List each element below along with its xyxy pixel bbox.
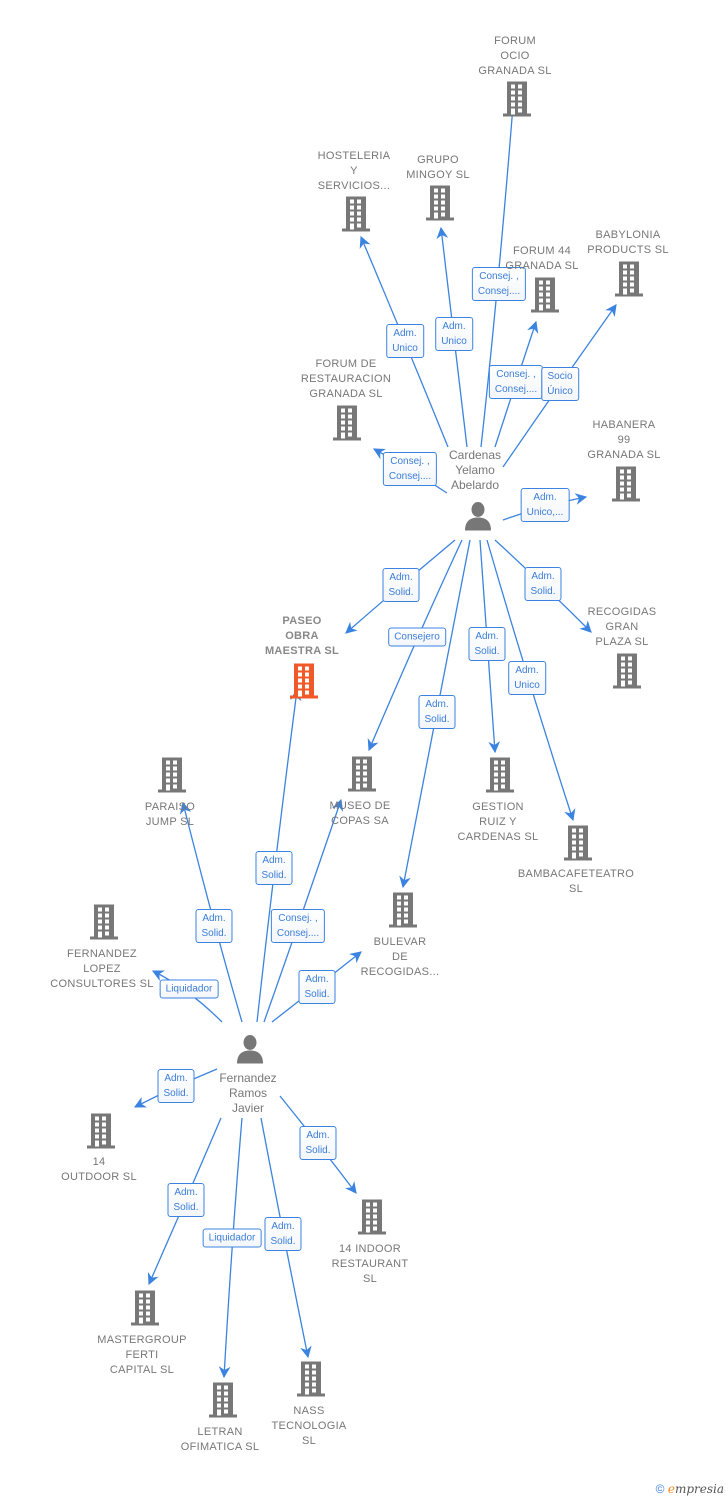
company-name[interactable]: 14 INDOOR RESTAURANT SL (332, 1242, 409, 1287)
company-name[interactable]: FERNANDEZ LOPEZ CONSULTORES SL (50, 947, 153, 992)
person-icon[interactable] (235, 1034, 265, 1069)
edge-role-label[interactable]: Adm. Solid. (264, 1217, 302, 1251)
building-icon[interactable] (341, 196, 371, 237)
person-name[interactable]: Fernandez Ramos Javier (219, 1071, 276, 1116)
building-icon[interactable] (86, 1113, 116, 1154)
edge-role-label[interactable]: Consejero (388, 627, 446, 647)
empresia-logo[interactable]: empresia (668, 1482, 724, 1496)
building-icon[interactable] (208, 1382, 238, 1423)
edge-role-label[interactable]: Adm. Unico (435, 317, 473, 351)
edge-role-label[interactable]: Adm. Solid. (195, 909, 233, 943)
edge-role-label[interactable]: Adm. Solid. (255, 851, 293, 885)
company-name[interactable]: HABANERA 99 GRANADA SL (587, 418, 660, 463)
edge-role-label[interactable]: Liquidador (159, 979, 219, 999)
building-icon[interactable] (347, 756, 377, 797)
building-icon[interactable] (130, 1290, 160, 1331)
company-name[interactable]: MASTERGROUP FERTI CAPITAL SL (97, 1333, 186, 1378)
edge-role-label[interactable]: Socio Único (541, 367, 579, 401)
person-icon[interactable] (463, 501, 493, 536)
company-name[interactable]: GESTION RUIZ Y CARDENAS SL (458, 800, 539, 845)
building-icon[interactable] (332, 405, 362, 446)
building-icon[interactable] (485, 757, 515, 798)
company-name[interactable]: FORUM OCIO GRANADA SL (478, 34, 551, 79)
edge-role-label[interactable]: Adm. Solid. (468, 627, 506, 661)
edge-role-label[interactable]: Consej. , Consej.... (382, 452, 438, 486)
edge-role-label[interactable]: Consej. , Consej.... (270, 909, 326, 943)
company-name[interactable]: HOSTELERIA Y SERVICIOS... (318, 149, 391, 194)
building-icon[interactable] (296, 1361, 326, 1402)
building-icon[interactable] (357, 1199, 387, 1240)
company-name[interactable]: FORUM DE RESTAURACION GRANADA SL (301, 357, 391, 402)
edge-role-label[interactable]: Adm. Solid. (418, 695, 456, 729)
person-name[interactable]: Cardenas Yelamo Abelardo (449, 448, 501, 493)
edge-role-label[interactable]: Liquidador (202, 1228, 262, 1248)
logo-text: mpresia (674, 1482, 724, 1496)
building-icon[interactable] (612, 653, 642, 694)
edge-fernandez-letran (218, 1117, 243, 1379)
edge-role-label[interactable]: Adm. Unico,... (520, 488, 570, 522)
network-diagram: © empresia Adm. Unico Adm. Unico Consej. ,… (0, 0, 728, 1500)
edge-role-label[interactable]: Adm. Unico (386, 324, 424, 358)
edge-role-label[interactable]: Adm. Unico (508, 661, 546, 695)
edge-role-label[interactable]: Adm. Solid. (524, 567, 562, 601)
building-icon[interactable] (563, 825, 593, 866)
footer-credit: © empresia (656, 1482, 724, 1496)
company-name[interactable]: BAMBACAFETEATRO SL (518, 867, 634, 897)
building-icon[interactable] (425, 185, 455, 226)
building-icon[interactable] (502, 81, 532, 122)
company-name[interactable]: 14 OUTDOOR SL (61, 1155, 137, 1185)
edge-role-label[interactable]: Consej. , Consej.... (488, 365, 544, 399)
company-name[interactable]: NASS TECNOLOGIA SL (271, 1404, 346, 1449)
building-icon[interactable] (289, 663, 319, 704)
company-name[interactable]: PASEO OBRA MAESTRA SL (265, 614, 339, 659)
company-name[interactable]: BABYLONIA PRODUCTS SL (587, 228, 669, 258)
company-name[interactable]: GRUPO MINGOY SL (406, 153, 470, 183)
company-name[interactable]: FORUM 44 GRANADA SL (505, 244, 578, 274)
logo-letter: e (667, 1482, 675, 1496)
building-icon[interactable] (388, 892, 418, 933)
company-name[interactable]: BULEVAR DE RECOGIDAS... (361, 935, 440, 980)
building-icon[interactable] (157, 757, 187, 798)
edge-role-label[interactable]: Adm. Solid. (157, 1069, 195, 1103)
edge-role-label[interactable]: Adm. Solid. (298, 970, 336, 1004)
company-name[interactable]: LETRAN OFIMATICA SL (181, 1425, 260, 1455)
edge-role-label[interactable]: Adm. Solid. (167, 1183, 205, 1217)
building-icon[interactable] (89, 904, 119, 945)
company-name[interactable]: PARAISO JUMP SL (145, 800, 195, 830)
edge-role-label[interactable]: Adm. Solid. (382, 568, 420, 602)
building-icon[interactable] (611, 466, 641, 507)
edge-role-label[interactable]: Adm. Solid. (299, 1126, 337, 1160)
building-icon[interactable] (530, 277, 560, 318)
copyright-symbol: © (655, 1482, 665, 1496)
company-name[interactable]: MUSEO DE COPAS SA (329, 799, 390, 829)
company-name[interactable]: RECOGIDAS GRAN PLAZA SL (588, 605, 657, 650)
building-icon[interactable] (614, 261, 644, 302)
